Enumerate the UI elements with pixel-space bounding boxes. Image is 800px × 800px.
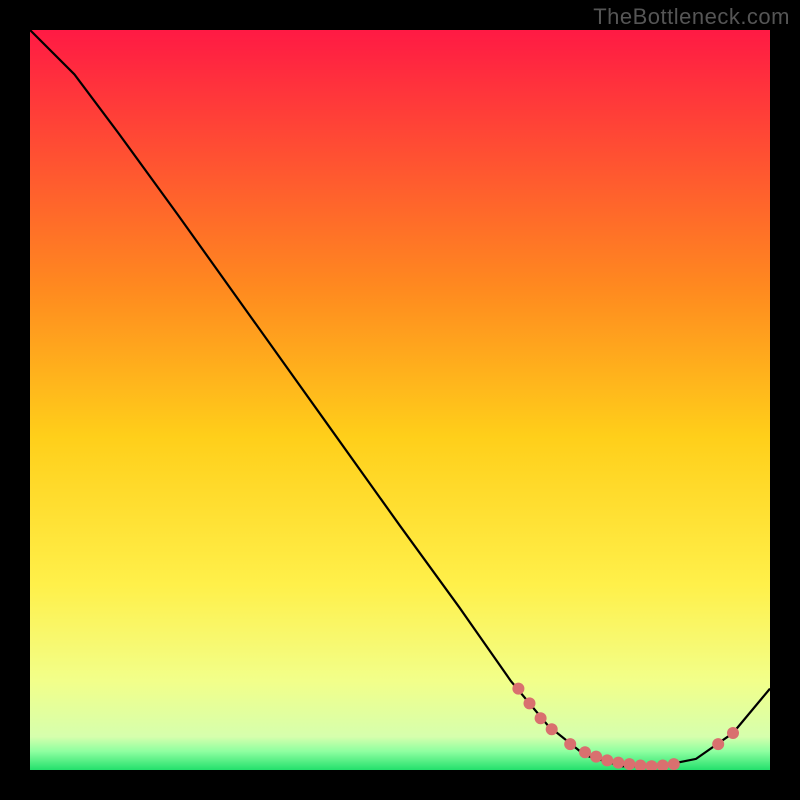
data-marker <box>590 751 602 763</box>
data-marker <box>623 758 635 770</box>
data-marker <box>727 727 739 739</box>
watermark-text: TheBottleneck.com <box>593 4 790 30</box>
data-marker <box>535 712 547 724</box>
data-marker <box>546 723 558 735</box>
data-marker <box>564 738 576 750</box>
data-marker <box>612 757 624 769</box>
chart-frame: TheBottleneck.com <box>0 0 800 800</box>
plot-area <box>30 30 770 770</box>
data-marker <box>712 738 724 750</box>
data-marker <box>524 697 536 709</box>
data-marker <box>512 683 524 695</box>
data-marker <box>668 758 680 770</box>
data-marker <box>601 754 613 766</box>
gradient-background <box>30 30 770 770</box>
bottleneck-curve-chart <box>30 30 770 770</box>
data-marker <box>579 746 591 758</box>
